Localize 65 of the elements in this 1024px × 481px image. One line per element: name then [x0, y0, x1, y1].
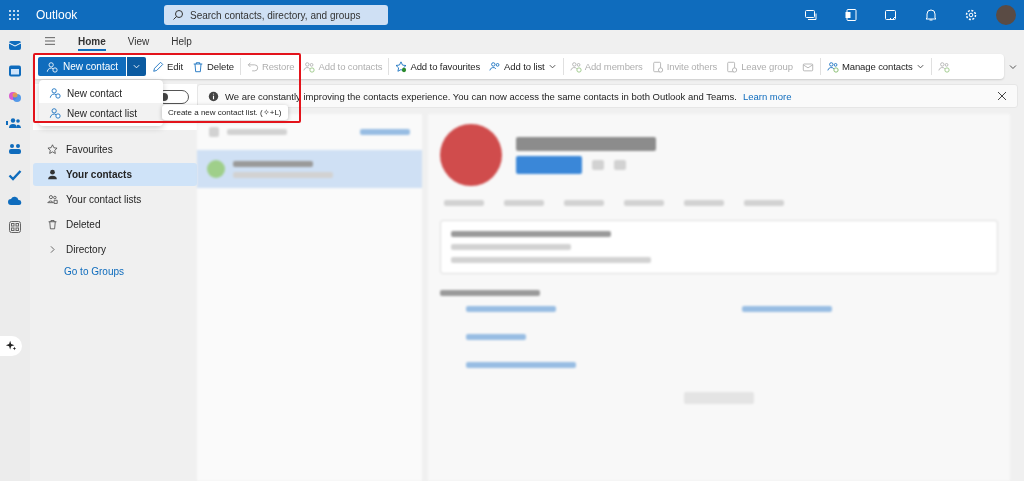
- star-add-icon: [395, 60, 408, 73]
- mail-icon[interactable]: [8, 38, 22, 52]
- nav-item[interactable]: Your contacts: [33, 163, 197, 186]
- ribbon-tab[interactable]: View: [127, 31, 150, 51]
- chat-icon[interactable]: [804, 8, 818, 22]
- info-icon: [208, 90, 219, 102]
- people-icon: [826, 60, 839, 73]
- document-icon: [651, 60, 664, 73]
- toolbar-button[interactable]: Add to list: [486, 57, 560, 76]
- tooltip: Create a new contact list. (✧+L): [162, 105, 288, 120]
- apps-icon[interactable]: [8, 220, 22, 234]
- ribbon-tab[interactable]: Home: [78, 31, 106, 51]
- bell-icon[interactable]: [924, 8, 938, 22]
- settings-icon[interactable]: [964, 8, 978, 22]
- trash-icon: [192, 60, 204, 73]
- nav-item[interactable]: Favourites: [33, 138, 197, 161]
- document-icon: [726, 60, 739, 73]
- go-to-groups-link[interactable]: Go to Groups: [33, 266, 197, 277]
- app-title: Outlook: [36, 8, 79, 22]
- person-icon: [47, 169, 58, 180]
- cloud-icon[interactable]: [8, 194, 22, 208]
- search-field[interactable]: Search contacts, directory, and groups: [164, 5, 388, 25]
- mail-icon: [801, 60, 814, 73]
- toolbar-button[interactable]: Edit: [149, 57, 186, 76]
- calendar-icon[interactable]: [8, 64, 22, 78]
- info-message: We are constantly improving the contacts experience. You can now access the same contacts in both Outlook and Teams.: [225, 90, 737, 102]
- menu-icon[interactable]: [44, 36, 56, 46]
- person-add-icon: [46, 60, 58, 73]
- undo-icon: [246, 60, 259, 73]
- search-icon: [172, 9, 184, 21]
- new-contact-button[interactable]: New contact: [38, 57, 127, 76]
- nav-item[interactable]: Directory: [33, 238, 197, 261]
- learn-more-link[interactable]: Learn more: [742, 90, 792, 102]
- people-icon: [569, 60, 582, 73]
- person-add-icon: [49, 107, 61, 119]
- notebook-icon[interactable]: [844, 8, 858, 22]
- close-icon[interactable]: [997, 91, 1007, 101]
- toolbar-button[interactable]: Delete: [189, 57, 237, 76]
- groups-icon[interactable]: [8, 142, 22, 156]
- ribbon-tab[interactable]: Help: [171, 31, 192, 51]
- pencil-icon: [152, 60, 165, 73]
- task-icon[interactable]: [884, 8, 898, 22]
- nav-item[interactable]: Your contact lists: [33, 188, 197, 211]
- menu-item[interactable]: New contact: [39, 83, 163, 103]
- copilot-icon[interactable]: [8, 90, 22, 104]
- people-icon: [303, 60, 316, 73]
- menu-item[interactable]: New contact list: [39, 103, 163, 123]
- split-dropdown-button[interactable]: [127, 57, 147, 76]
- nav-item[interactable]: Deleted: [33, 213, 197, 236]
- people-icon[interactable]: [8, 116, 22, 130]
- checkmark-icon[interactable]: [8, 168, 22, 182]
- star-icon: [47, 144, 58, 155]
- sparkle-icon: [5, 340, 17, 352]
- people-icon: [47, 194, 58, 205]
- caret-icon: [915, 62, 925, 71]
- caret-icon: [547, 62, 557, 71]
- sparkle-button[interactable]: [0, 336, 22, 356]
- toolbar-button[interactable]: Add to favourites: [392, 57, 484, 76]
- caret-icon: [132, 62, 142, 71]
- people-icon: [489, 60, 502, 73]
- person-add-icon: [49, 87, 61, 99]
- trash-icon: [47, 219, 58, 230]
- people-add-icon: [937, 60, 950, 73]
- app-launcher-icon[interactable]: [8, 9, 20, 21]
- toolbar-button[interactable]: Manage contacts: [823, 57, 928, 76]
